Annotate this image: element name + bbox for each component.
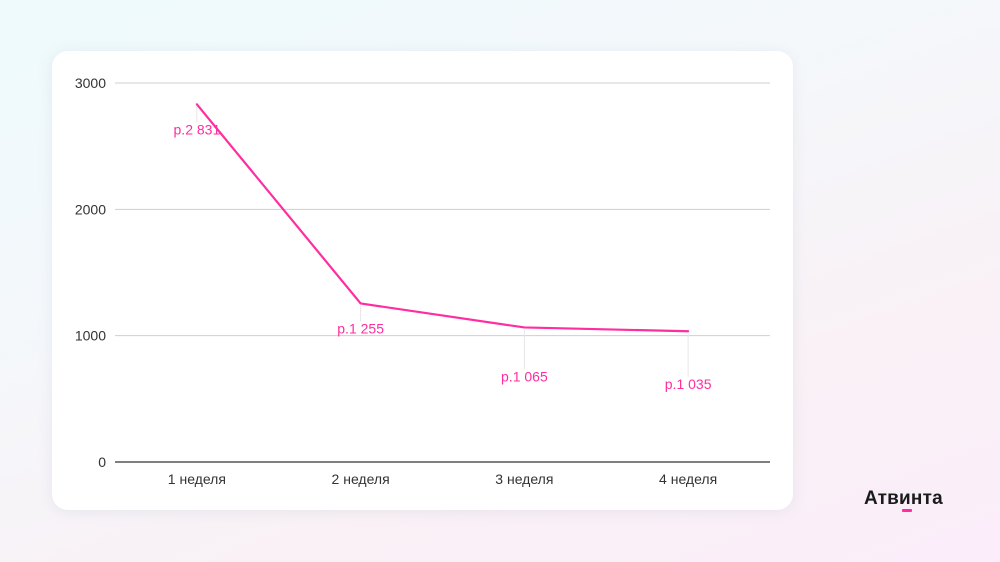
y-tick-label: 0 bbox=[98, 454, 106, 470]
x-tick-label: 2 неделя bbox=[332, 471, 390, 487]
x-axis-ticks: 1 неделя 2 неделя 3 неделя 4 неделя bbox=[168, 471, 717, 487]
data-label: р.2 831 bbox=[174, 121, 221, 137]
y-tick-label: 1000 bbox=[75, 328, 106, 344]
series bbox=[195, 103, 690, 333]
y-axis-ticks: 0 1000 2000 3000 bbox=[75, 75, 106, 470]
data-label: р.1 065 bbox=[501, 368, 548, 384]
brand-logo: Атвинта bbox=[864, 488, 943, 509]
y-tick-label: 3000 bbox=[75, 75, 106, 91]
data-labels: р.2 831 р.1 255 р.1 065 р.1 035 bbox=[174, 121, 712, 392]
gridlines bbox=[115, 82, 770, 463]
series-line bbox=[195, 103, 690, 333]
line-chart: 0 1000 2000 3000 1 неделя 2 неделя 3 неделя 4 … bbox=[75, 75, 770, 487]
data-label: р.1 255 bbox=[337, 320, 384, 336]
x-tick-label: 1 неделя bbox=[168, 471, 226, 487]
data-label: р.1 035 bbox=[665, 376, 712, 392]
label-leaders bbox=[196, 106, 689, 378]
y-tick-label: 2000 bbox=[75, 201, 106, 217]
x-tick-label: 3 неделя bbox=[495, 471, 553, 487]
x-tick-label: 4 неделя bbox=[659, 471, 717, 487]
brand-accent-mark bbox=[902, 509, 912, 512]
